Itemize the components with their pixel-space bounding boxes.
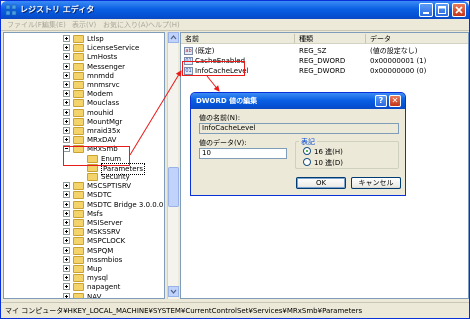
dword-edit-dialog: DWORD 値の編集 ? ✕ 値の名前(N): InfoCacheLevel 値… — [190, 92, 406, 196]
help-button[interactable]: ? — [375, 95, 387, 107]
value-data-label: 値のデータ(V): — [199, 139, 247, 147]
radio-hexadecimal[interactable] — [303, 147, 311, 155]
cancel-button[interactable]: キャンセル — [351, 177, 401, 189]
value-name-field: InfoCacheLevel — [199, 123, 399, 134]
value-name-label: 値の名前(N): — [199, 114, 241, 122]
base-group-title: 表記 — [299, 137, 317, 147]
help-icon: ? — [378, 96, 384, 105]
annotation-arrow-to-value — [129, 70, 182, 156]
radio-decimal-label[interactable]: 10 進(D) — [314, 158, 343, 168]
dialog-title: DWORD 値の編集 — [196, 97, 258, 105]
dialog-title-bar[interactable]: DWORD 値の編集 ? ✕ — [191, 93, 405, 109]
value-data-input[interactable]: 10 — [199, 148, 287, 159]
dialog-close-button[interactable]: ✕ — [389, 95, 401, 107]
close-icon: ✕ — [391, 96, 399, 105]
annotation-arrow-to-dialog — [206, 75, 220, 92]
radio-hexadecimal-label[interactable]: 16 進(H) — [314, 147, 343, 157]
radio-decimal[interactable] — [303, 158, 311, 166]
ok-button[interactable]: OK — [296, 177, 346, 189]
